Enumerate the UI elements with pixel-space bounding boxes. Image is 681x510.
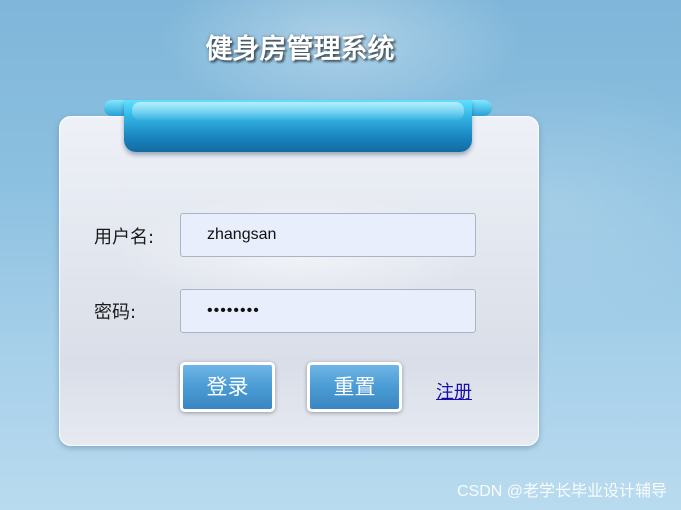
reset-button[interactable]: 重置 xyxy=(307,362,402,412)
username-input[interactable]: zhangsan xyxy=(180,213,476,257)
ribbon-fold-left xyxy=(104,100,126,116)
login-button[interactable]: 登录 xyxy=(180,362,275,412)
page-title: 健身房管理系统 xyxy=(205,34,395,65)
ribbon-highlight xyxy=(132,102,464,120)
password-label: 密码: xyxy=(94,302,137,323)
username-label: 用户名: xyxy=(94,227,155,248)
register-link[interactable]: 注册 xyxy=(436,378,472,404)
password-input[interactable]: •••••••• xyxy=(180,289,476,333)
watermark: CSDN @老学长毕业设计辅导 xyxy=(456,483,667,500)
ribbon-header xyxy=(104,100,492,154)
ribbon-fold-right xyxy=(470,100,492,116)
